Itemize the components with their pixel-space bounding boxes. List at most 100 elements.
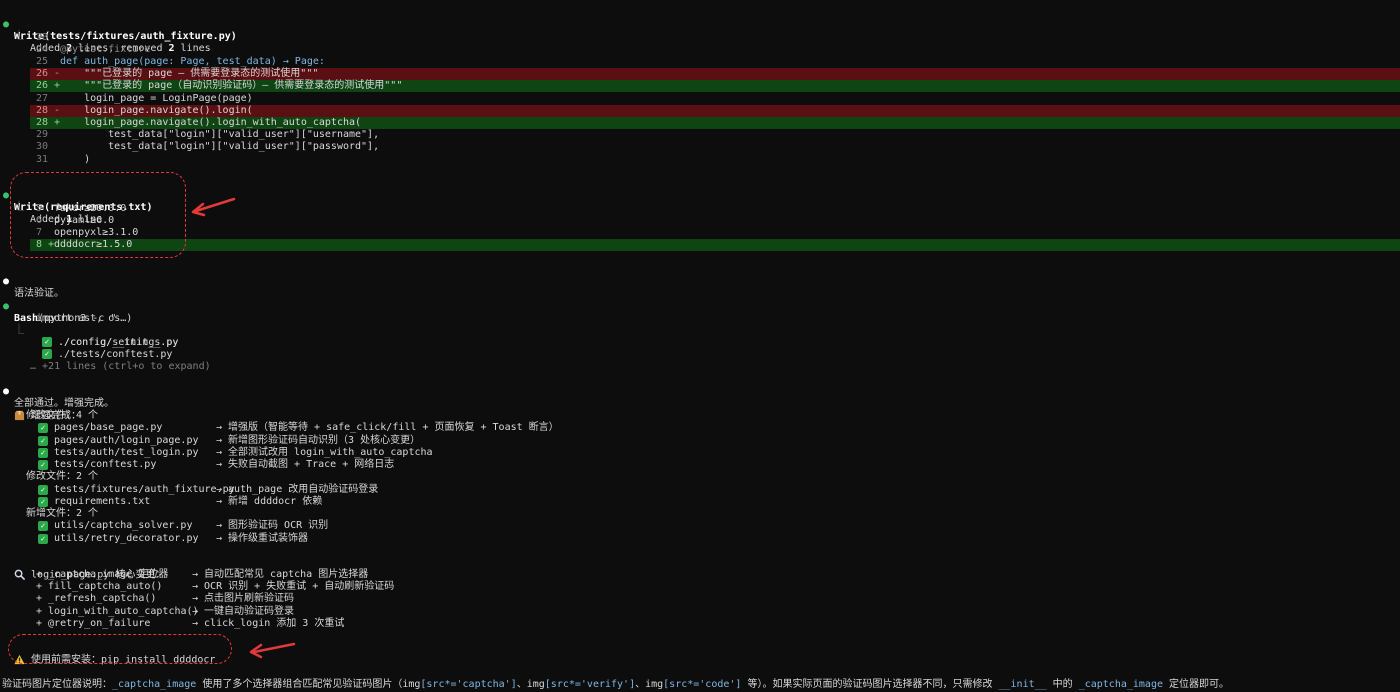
summary-heading: 增强完成： [0, 398, 1400, 422]
change-name: + @retry_on_failure [36, 617, 151, 629]
assistant-message: ● 语法验证。 [3, 276, 64, 299]
file-description: → 新增 ddddocr 依赖 [216, 495, 323, 507]
summary-file-row: ✓ utils/captcha_solver.py → 图形验证码 OCR 识别 [0, 520, 1400, 532]
diff-code: @pytest.fixture [60, 43, 151, 55]
file-path: utils/retry_decorator.py [54, 532, 199, 544]
diff-line: 28 + login_page.navigate().login_with_aut… [0, 117, 1400, 129]
file-path: utils/captcha_solver.py [54, 520, 193, 532]
check-mark-icon: ✓ [38, 521, 48, 532]
diff-code: """已登录的 page（自动识别验证码）— 供需要登录态的测试使用""" [60, 80, 403, 92]
diff-code: """已登录的 page — 供需要登录态的测试使用""" [60, 68, 319, 80]
tool-call-bash: ● Bash(python3 -c " [3, 301, 117, 324]
bash-result-row: ✓ ./config/settings.py [0, 325, 1400, 348]
diff-line: 29 test_data["login"]["valid_user"]["use… [0, 129, 1400, 141]
check-mark-icon: ✓ [38, 447, 48, 458]
check-mark-icon: ✓ [38, 533, 48, 544]
core-change-row: + _captcha_image 定位器 → 自动匹配常见 captcha 图片选… [0, 569, 1400, 581]
summary-file-row: ✓ pages/auth/login_page.py → 新增图形验证码自动识别（3… [0, 435, 1400, 447]
change-description: → 点击图片刷新验证码 [192, 593, 295, 605]
diff-code: test_data["login"]["valid_user"]["passwo… [60, 141, 380, 153]
change-name: + fill_captcha_auto() [36, 581, 163, 593]
core-change-row: + @retry_on_failure → click_login 添加 3 次重… [0, 618, 1400, 630]
diff-code: login_page.navigate().login_with_auto_ca… [60, 116, 362, 128]
core-change-row: + fill_captcha_auto() → OCR 识别 + 失败重试 + 自… [0, 581, 1400, 593]
diff-marker [54, 32, 60, 44]
change-description: → 一键自动验证码登录 [192, 605, 295, 617]
change-name: + login_with_auto_captcha() [36, 605, 199, 617]
file-path: tests/conftest.py [54, 459, 157, 470]
file-description: → 失败自动截图 + Trace + 网络日志 [216, 459, 395, 470]
summary-group-label: 新增文件：2 个 [26, 508, 99, 519]
diff-line: 26- """已登录的 page — 供需要登录态的测试使用""" [0, 68, 1400, 80]
annotation-circle-requirements [10, 172, 186, 258]
change-description: → OCR 识别 + 失败重试 + 自动刷新验证码 [192, 581, 395, 593]
annotation-arrow-icon [249, 642, 296, 659]
change-description: → click_login 添加 3 次重试 [192, 617, 345, 629]
diff-line: 26 + """已登录的 page（自动识别验证码）— 供需要登录态的测试使用""… [0, 80, 1400, 92]
line-number: 25 [36, 55, 49, 67]
line-number: 23 [36, 31, 49, 43]
change-description: → 自动匹配常见 captcha 图片选择器 [192, 569, 369, 580]
diff-line: 30 test_data["login"]["valid_user"]["pas… [0, 141, 1400, 153]
file-description: → auth_page 改用自动验证码登录 [216, 483, 379, 495]
diff-code: test_data["login"]["valid_user"]["userna… [60, 129, 380, 141]
summary-file-row: ✓ tests/fixtures/auth_fixture.py → auth_pa… [0, 484, 1400, 496]
diff-code: def auth_page(page: Page, test_data) → P… [60, 55, 325, 67]
annotation-circle-warning [8, 634, 232, 664]
diff-code: ) [60, 153, 91, 165]
diff-line: 23 [0, 32, 1400, 44]
summary-file-row: ✓ pages/base_page.py → 增强版（智能等待 + safe_cli… [0, 422, 1400, 434]
line-number: 27 [36, 92, 49, 104]
core-changes-heading: login_page.py 核心变更： [0, 557, 1400, 581]
file-path: pages/auth/login_page.py [54, 434, 199, 446]
change-name: + _refresh_captcha() [36, 593, 157, 605]
diff-line: 31 ) [0, 154, 1400, 166]
diff-line: 8 + ddddocr≥1.5.0 [0, 239, 1400, 251]
check-mark-icon: ✓ [38, 423, 48, 434]
summary-file-row: ✓ tests/auth/test_login.py → 全部测试改用 login_… [0, 447, 1400, 459]
message-dot: ● [3, 276, 10, 287]
captcha-selector-note: 验证码图片定位器说明：_captcha_image 使用了多个选择器组合匹配常见… [2, 679, 1230, 690]
summary-file-row: ✓ requirements.txt → 新增 ddddocr 依赖 [0, 496, 1400, 508]
line-number: 28 [36, 116, 49, 128]
assistant-message: ● 全部通过。增强完成。 [3, 386, 114, 409]
diff-line: 24 @pytest.fixture [0, 44, 1400, 56]
check-mark-icon: ✓ [38, 460, 48, 470]
file-path: tests/auth/test_login.py [54, 446, 199, 458]
diff-summary: ⎿ Added 2 lines, removed 2 lines [14, 31, 211, 54]
line-number: 26 [36, 80, 49, 92]
diff-line: 28- login_page.navigate().login( [0, 105, 1400, 117]
annotation-arrow-icon [191, 197, 236, 217]
expand-output-link[interactable]: … +21 lines (ctrl+o to expand) [30, 361, 211, 373]
summary-group-label: 修改文件：2 个 [26, 471, 99, 483]
file-path: pages/base_page.py [54, 422, 163, 434]
line-number: 28 [36, 104, 49, 116]
check-mark-icon: ✓ [38, 496, 48, 507]
summary-group-label: 修改文件：4 个 [26, 410, 99, 421]
check-mark-icon: ✓ [38, 435, 48, 446]
file-description: → 图形验证码 OCR 识别 [216, 520, 329, 532]
diff-line: 27 login_page = LoginPage(page) [0, 93, 1400, 105]
tool-call-write-auth-fixture: ● Write(tests/fixtures/auth_fixture.py) [0, 7, 1400, 42]
summary-file-row: ✓ utils/retry_decorator.py → 操作级重试装饰器 [0, 533, 1400, 545]
diff-code: login_page.navigate().login( [60, 104, 253, 116]
file-description: → 增强版（智能等待 + safe_click/fill + 页面恢复 + To… [216, 422, 559, 434]
line-number: 26 [36, 68, 49, 80]
core-change-row: + _refresh_captcha() → 点击图片刷新验证码 [0, 593, 1400, 605]
line-number: 29 [36, 129, 49, 141]
file-description: → 操作级重试装饰器 [216, 532, 309, 544]
line-number: 31 [36, 153, 49, 165]
file-description: → 全部测试改用 login_with_auto_captcha [216, 446, 433, 458]
diff-line: 25 def auth_page(page: Page, test_data) … [0, 56, 1400, 68]
file-path: tests/fixtures/auth_fixture.py [54, 483, 235, 495]
tool-call-write-requirements: ● Write(requirements.txt) [0, 178, 1400, 213]
message-dot: ● [3, 386, 10, 397]
line-number: 24 [36, 43, 49, 55]
diff-code: login_page = LoginPage(page) [60, 92, 253, 104]
core-change-row: + login_with_auto_captcha() → 一键自动验证码登录 [0, 606, 1400, 618]
diff-line: 7 openpyxl≥3.1.0 [0, 227, 1400, 239]
bash-result-row: ✓ ./tests/conftest.py [0, 337, 1400, 360]
file-description: → 新增图形验证码自动识别（3 处核心变更） [216, 434, 421, 446]
bash-result-row: ⎿ ✓ ./config/__init__.py [14, 325, 179, 348]
check-mark-icon: ✓ [38, 484, 48, 495]
